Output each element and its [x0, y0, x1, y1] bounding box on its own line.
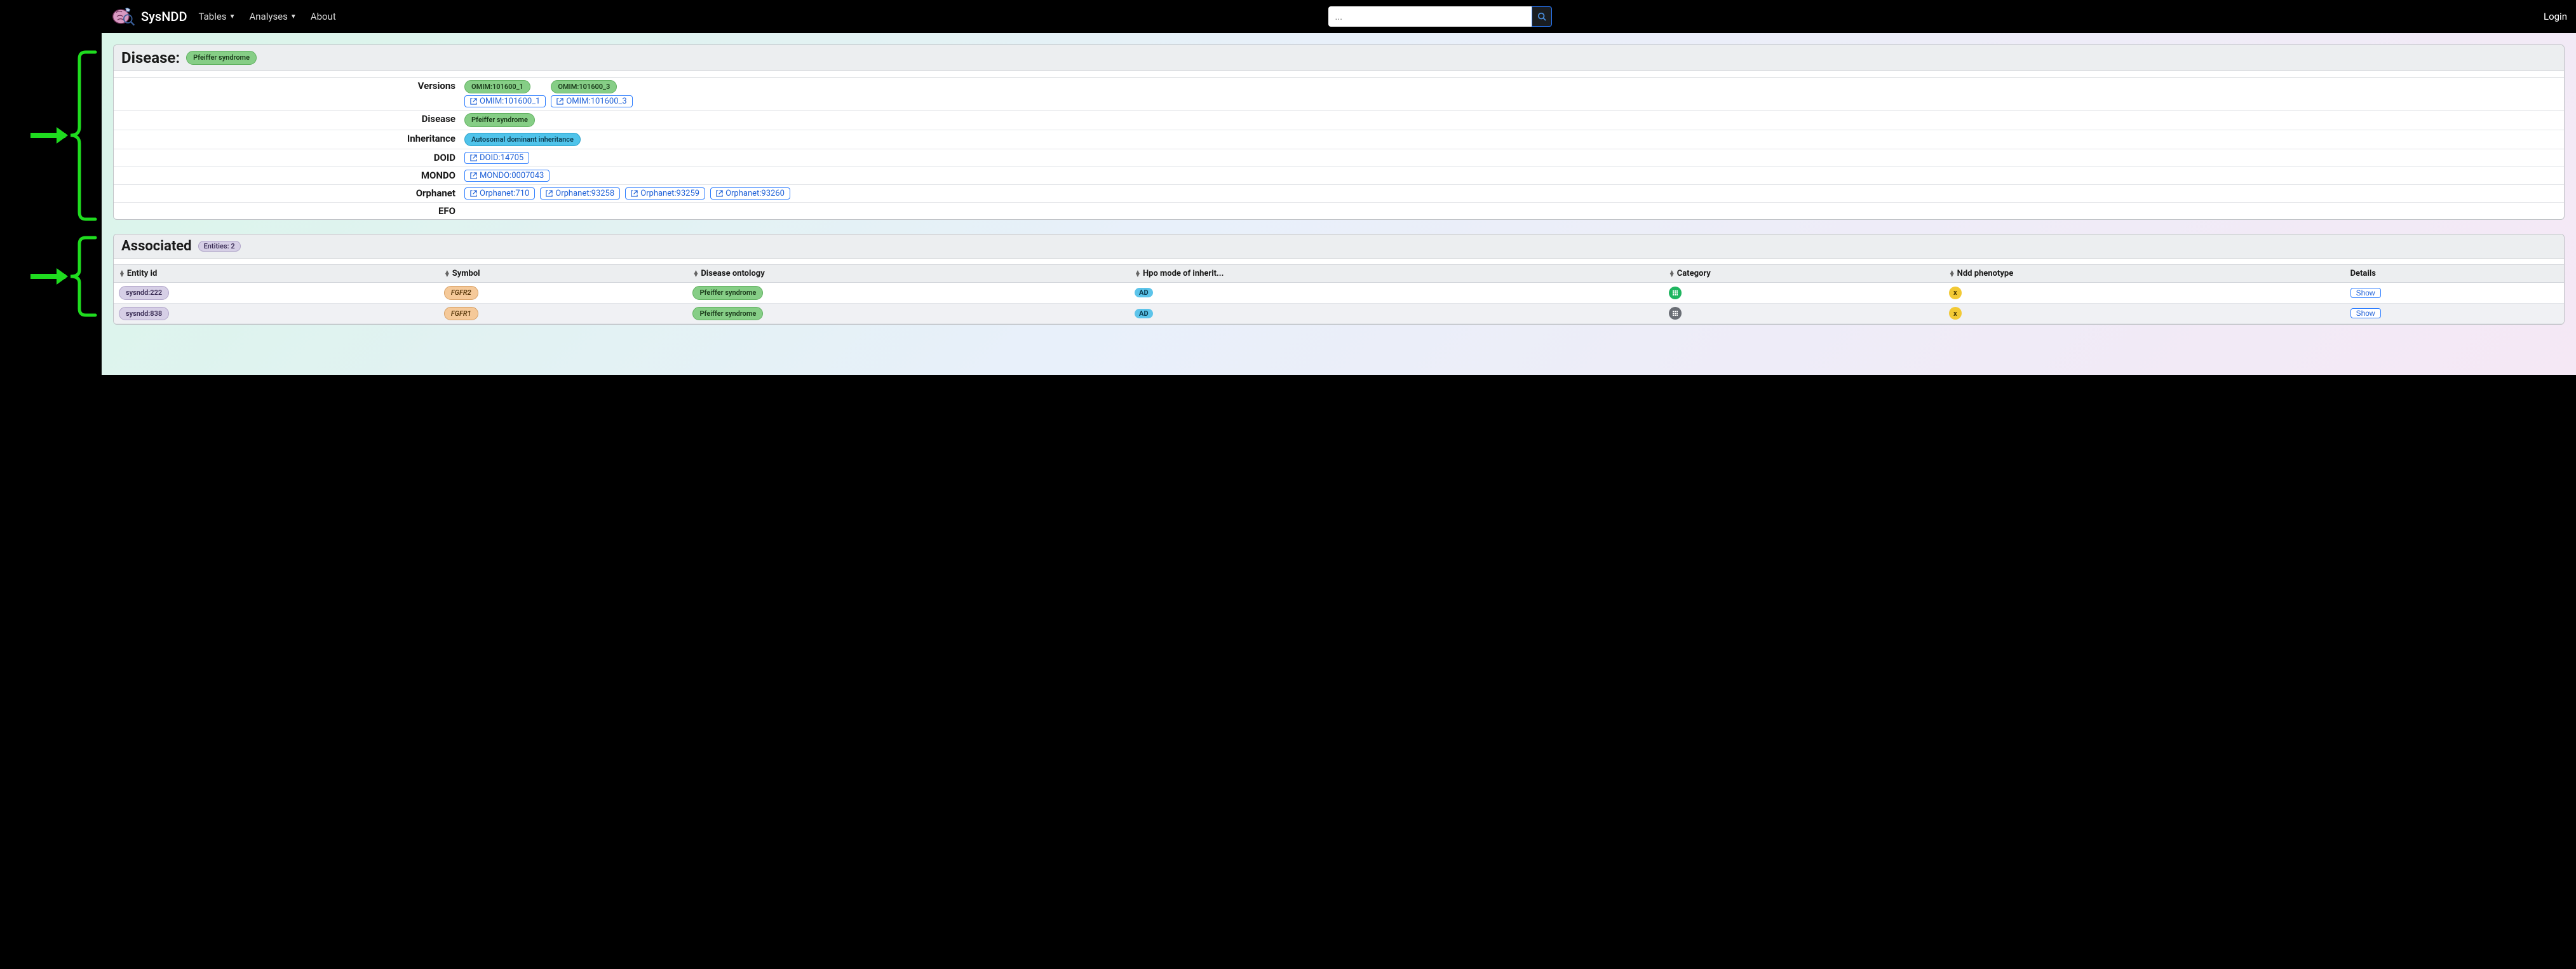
- disease-value-badge[interactable]: Pfeiffer syndrome: [464, 113, 535, 126]
- ndd-dot-icon[interactable]: x: [1949, 307, 1962, 320]
- disease-card-header: Disease: Pfeiffer syndrome: [114, 45, 2564, 71]
- associated-card-header: Associated Entities: 2: [114, 234, 2564, 259]
- brand-logo-icon: [111, 6, 136, 27]
- orphanet-link[interactable]: Orphanet:710: [464, 187, 535, 200]
- external-link-icon: [470, 98, 477, 105]
- row-orphanet: Orphanet Orphanet:710 Orphanet:93258 Orp…: [114, 185, 2564, 203]
- external-link-icon: [556, 98, 563, 105]
- external-link-icon: [716, 190, 723, 197]
- annotation-bracket-bottom: [29, 235, 105, 318]
- doid-link[interactable]: DOID:14705: [464, 152, 529, 164]
- label-efo: EFO: [121, 205, 458, 217]
- table-row: sysndd:222 FGFR2 Pfeiffer syndrome AD x Show: [114, 283, 2564, 303]
- ndd-dot-icon[interactable]: x: [1949, 287, 1962, 299]
- label-versions: Versions: [121, 80, 458, 91]
- col-symbol[interactable]: ▲▼Symbol: [439, 265, 688, 283]
- chevron-down-icon: ▼: [229, 13, 236, 20]
- page-title: Disease:: [121, 49, 180, 67]
- ontology-badge[interactable]: Pfeiffer syndrome: [692, 307, 763, 320]
- nav-about[interactable]: About: [311, 11, 336, 22]
- external-link-icon: [631, 190, 638, 197]
- row-mondo: MONDO MONDO:0007043: [114, 167, 2564, 185]
- login-link[interactable]: Login: [2544, 11, 2567, 22]
- search-group: [1328, 6, 1552, 27]
- search-icon: [1537, 12, 1546, 21]
- sort-icon: ▲▼: [119, 271, 125, 277]
- orphanet-link[interactable]: Orphanet:93260: [710, 187, 790, 200]
- entity-id-badge[interactable]: sysndd:838: [119, 307, 169, 320]
- sort-icon: ▲▼: [1949, 271, 1955, 277]
- table-row: sysndd:838 FGFR1 Pfeiffer syndrome AD x Show: [114, 303, 2564, 323]
- show-button[interactable]: Show: [2350, 308, 2381, 318]
- symbol-badge[interactable]: FGFR1: [444, 307, 478, 320]
- symbol-badge[interactable]: FGFR2: [444, 286, 478, 299]
- mondo-link[interactable]: MONDO:0007043: [464, 170, 550, 182]
- associated-card: Associated Entities: 2 ▲▼Entity id ▲▼Sym…: [113, 234, 2565, 325]
- sort-icon: ▲▼: [1669, 271, 1675, 277]
- hpo-badge[interactable]: AD: [1135, 309, 1153, 318]
- row-disease: Disease Pfeiffer syndrome: [114, 111, 2564, 130]
- orphanet-link[interactable]: Orphanet:93258: [540, 187, 620, 200]
- nav-analyses[interactable]: Analyses ▼: [249, 11, 296, 22]
- external-link-icon: [470, 172, 477, 179]
- category-dot-icon[interactable]: [1669, 307, 1682, 320]
- disease-title-badge[interactable]: Pfeiffer syndrome: [186, 51, 257, 64]
- brand[interactable]: SysNDD: [111, 6, 187, 27]
- label-doid: DOID: [121, 152, 458, 163]
- brand-text: SysNDD: [141, 9, 187, 24]
- label-mondo: MONDO: [121, 170, 458, 181]
- row-doid: DOID DOID:14705: [114, 149, 2564, 167]
- external-link-icon: [546, 190, 553, 197]
- col-ontology[interactable]: ▲▼Disease ontology: [687, 265, 1130, 283]
- chevron-down-icon: ▼: [290, 13, 297, 20]
- label-inheritance: Inheritance: [121, 133, 458, 144]
- associated-table: ▲▼Entity id ▲▼Symbol ▲▼Disease ontology …: [114, 265, 2564, 324]
- search-button[interactable]: [1532, 6, 1552, 27]
- entity-id-badge[interactable]: sysndd:222: [119, 286, 169, 299]
- associated-title: Associated: [121, 238, 192, 254]
- orphanet-link[interactable]: Orphanet:93259: [625, 187, 705, 200]
- show-button[interactable]: Show: [2350, 288, 2381, 298]
- disease-card: Disease: Pfeiffer syndrome Versions OMIM…: [113, 44, 2565, 220]
- col-details: Details: [2345, 265, 2564, 283]
- version-badge[interactable]: OMIM:101600_1: [464, 80, 530, 93]
- sort-icon: ▲▼: [1135, 271, 1141, 277]
- label-orphanet: Orphanet: [121, 187, 458, 199]
- external-link-icon: [470, 154, 477, 161]
- row-versions: Versions OMIM:101600_1 OMIM:101600_1 OM: [114, 78, 2564, 111]
- col-hpo[interactable]: ▲▼Hpo mode of inherit...: [1130, 265, 1664, 283]
- label-disease: Disease: [121, 113, 458, 125]
- version-link[interactable]: OMIM:101600_3: [551, 95, 632, 107]
- annotation-bracket-top: [29, 50, 105, 221]
- ontology-badge[interactable]: Pfeiffer syndrome: [692, 286, 763, 299]
- version-link[interactable]: OMIM:101600_1: [464, 95, 546, 107]
- navbar: SysNDD Tables ▼ Analyses ▼ About: [102, 0, 2576, 33]
- row-efo: EFO: [114, 203, 2564, 219]
- nav-tables[interactable]: Tables ▼: [199, 11, 236, 22]
- row-inheritance: Inheritance Autosomal dominant inheritan…: [114, 130, 2564, 149]
- col-entity-id[interactable]: ▲▼Entity id: [114, 265, 439, 283]
- sort-icon: ▲▼: [692, 271, 699, 277]
- version-badge[interactable]: OMIM:101600_3: [551, 80, 617, 93]
- external-link-icon: [470, 190, 477, 197]
- category-dot-icon[interactable]: [1669, 287, 1682, 299]
- sort-icon: ▲▼: [444, 271, 450, 277]
- col-category[interactable]: ▲▼Category: [1664, 265, 1944, 283]
- hpo-badge[interactable]: AD: [1135, 288, 1153, 297]
- search-input[interactable]: [1328, 6, 1532, 27]
- entities-count-badge: Entities: 2: [198, 241, 241, 252]
- col-ndd[interactable]: ▲▼Ndd phenotype: [1944, 265, 2345, 283]
- inheritance-badge[interactable]: Autosomal dominant inheritance: [464, 133, 581, 146]
